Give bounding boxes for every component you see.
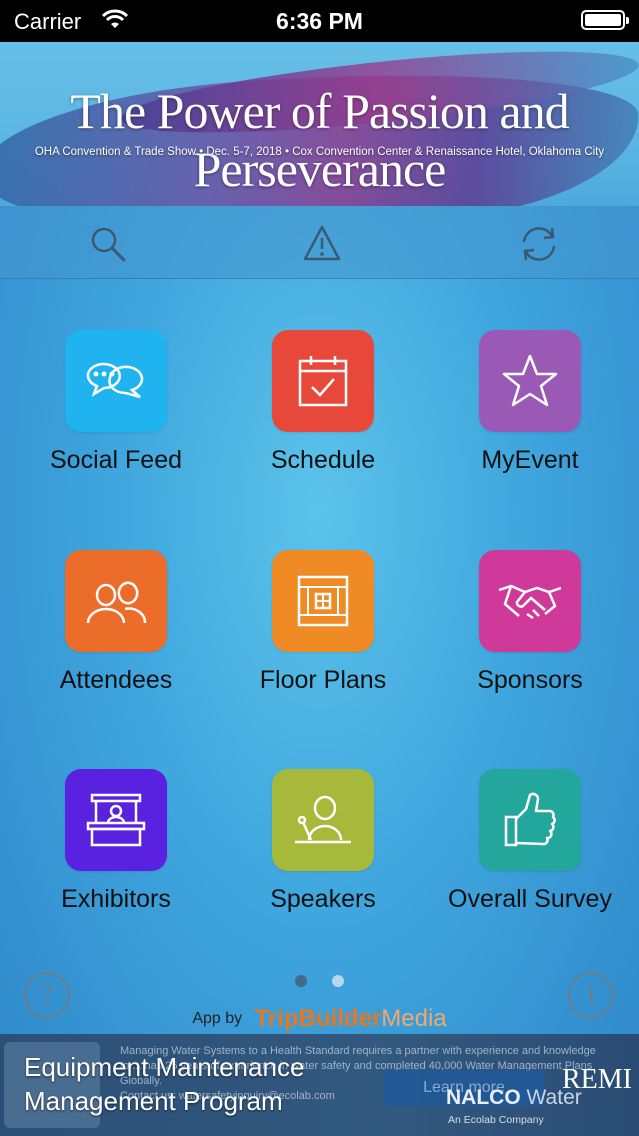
- toolbar: [0, 206, 639, 279]
- overall-survey-tile[interactable]: [479, 769, 581, 871]
- floor-plan-icon: [297, 575, 349, 627]
- overall-survey-label: Overall Survey: [448, 885, 612, 913]
- page-dot[interactable]: [331, 975, 344, 987]
- schedule-label: Schedule: [270, 446, 376, 474]
- credit-prefix: App by: [192, 1010, 243, 1027]
- status-bar: Carrier 6:36 PM: [0, 0, 639, 42]
- attendees-label: Attendees: [59, 666, 173, 694]
- exhibitors-tile[interactable]: [65, 769, 167, 871]
- alert-icon[interactable]: [302, 224, 342, 264]
- menu-item-sponsors[interactable]: Sponsors: [430, 550, 630, 695]
- clock: 6:36 PM: [276, 8, 363, 34]
- exhibitors-label: Exhibitors: [61, 885, 171, 913]
- attendees-tile[interactable]: [65, 550, 167, 652]
- speaker-icon: [295, 795, 351, 844]
- credit-brand-b: Media: [381, 1005, 447, 1032]
- page-dot-active[interactable]: [295, 975, 308, 987]
- menu-item-speakers[interactable]: Speakers: [223, 769, 423, 914]
- social-feed-tile[interactable]: [65, 330, 167, 432]
- people-icon: [86, 581, 147, 624]
- sponsors-tile[interactable]: [479, 550, 581, 652]
- floor-plans-tile[interactable]: [272, 550, 374, 652]
- myevent-label: MyEvent: [481, 446, 579, 474]
- page-indicator[interactable]: [0, 974, 639, 992]
- event-banner: The Power of Passion and Perseverance OH…: [0, 42, 639, 206]
- social-feed-label: Social Feed: [49, 446, 183, 474]
- credit-brand-a: TripBuilder: [254, 1005, 382, 1032]
- menu-item-myevent[interactable]: MyEvent: [430, 330, 630, 475]
- banner-title: The Power of Passion and Perseverance: [70, 83, 569, 197]
- menu-item-attendees[interactable]: Attendees: [16, 550, 216, 695]
- battery-icon: [581, 10, 629, 30]
- ad-banner[interactable]: Managing Water Systems to a Health Stand…: [0, 1034, 639, 1136]
- menu-item-exhibitors[interactable]: Exhibitors: [16, 769, 216, 914]
- ecolab-tagline: An Ecolab Company: [448, 1114, 544, 1126]
- ad-heading: Equipment Maintenance Management Program: [24, 1052, 305, 1116]
- calendar-check-icon: [298, 356, 348, 407]
- app-credit: App by TripBuilderMedia: [0, 1005, 639, 1033]
- handshake-icon: [498, 584, 562, 620]
- menu-item-social-feed[interactable]: Social Feed: [16, 330, 216, 475]
- search-icon[interactable]: [88, 224, 128, 264]
- speakers-tile[interactable]: [272, 769, 374, 871]
- star-icon: [502, 354, 558, 407]
- thumbs-up-icon: [504, 792, 556, 847]
- banner-subtitle: OHA Convention & Trade Show • Dec. 5-7, …: [34, 146, 605, 158]
- schedule-tile[interactable]: [272, 330, 374, 432]
- menu-item-overall-survey[interactable]: Overall Survey: [430, 769, 630, 914]
- menu-item-floor-plans[interactable]: Floor Plans: [223, 550, 423, 695]
- floor-plans-label: Floor Plans: [259, 666, 387, 694]
- booth-icon: [86, 793, 146, 847]
- refresh-icon[interactable]: [516, 224, 556, 264]
- remi-logo: REMI: [562, 1064, 632, 1095]
- myevent-tile[interactable]: [479, 330, 581, 432]
- speakers-label: Speakers: [270, 885, 376, 913]
- sponsors-label: Sponsors: [477, 666, 583, 694]
- menu-item-schedule[interactable]: Schedule: [223, 330, 423, 475]
- chat-bubbles-icon: [86, 362, 144, 399]
- tripbuilder-logo: TripBuilderMedia: [255, 1005, 447, 1032]
